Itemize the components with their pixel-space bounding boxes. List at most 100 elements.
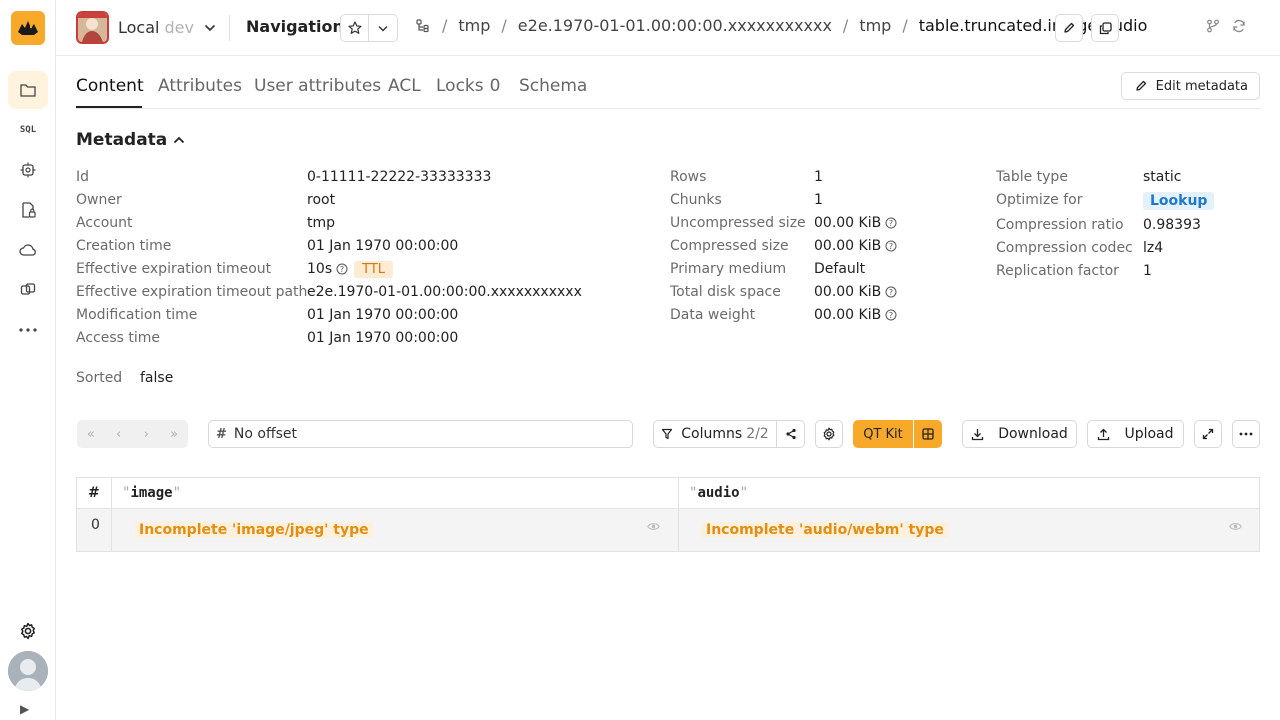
meta-value-account[interactable]: tmp [307, 215, 335, 231]
expand-rail-icon[interactable]: ▶ [20, 702, 29, 716]
operations-rail-button[interactable] [8, 151, 48, 189]
tab-acl-label: ACL [388, 76, 421, 96]
refresh-icon[interactable] [1232, 19, 1246, 33]
filter-icon [662, 428, 673, 440]
favorites-dropdown-button[interactable] [368, 14, 398, 42]
tree-icon[interactable] [416, 18, 430, 33]
chevron-down-icon [204, 24, 216, 31]
tab-attributes[interactable]: Attributes [158, 76, 242, 96]
copy-path-button[interactable] [1091, 14, 1119, 42]
meta-value-total-disk-space: 00.00 KiB? [814, 284, 897, 300]
breadcrumb-item-tmp[interactable]: tmp [859, 16, 891, 35]
tab-content[interactable]: Content [76, 76, 144, 96]
help-icon[interactable]: ? [885, 240, 897, 252]
user-avatar[interactable] [8, 651, 48, 691]
next-page-icon[interactable]: › [133, 420, 161, 448]
column-divider[interactable] [678, 478, 679, 551]
sql-rail-button[interactable]: SQL [8, 111, 48, 149]
hash-icon: # [216, 426, 227, 442]
upload-label: Upload [1124, 426, 1174, 442]
tab-content-label: Content [76, 76, 144, 96]
help-icon[interactable]: ? [885, 217, 897, 229]
navigation-rail-button[interactable] [8, 71, 48, 109]
branch-icon[interactable] [1206, 19, 1220, 33]
cluster-selector[interactable]: Local dev [76, 11, 216, 44]
breadcrumb-item-e2e[interactable]: e2e.1970-01-01.00:00:00.xxxxxxxxxxx [518, 16, 832, 35]
header-divider [229, 15, 230, 41]
meta-value-primary-medium: Default [814, 261, 866, 277]
meta-key-expiration-path: Effective expiration timeout path [76, 284, 308, 300]
chip-icon [20, 162, 36, 178]
table-settings-button[interactable] [815, 420, 843, 448]
qt-kit-label: QT Kit [863, 426, 903, 442]
meta-key-owner: Owner [76, 192, 122, 208]
upload-button[interactable]: Upload [1087, 420, 1184, 448]
last-page-icon[interactable]: » [160, 420, 188, 448]
edit-metadata-button[interactable]: Edit metadata [1120, 72, 1260, 100]
meta-value-chunks: 1 [814, 192, 823, 208]
tab-bar: Content Attributes User attributes ACL L… [76, 72, 1260, 109]
column-header-audio[interactable]: "audio" [689, 485, 748, 501]
more-actions-button[interactable] [1232, 420, 1260, 448]
meta-value-creation-time: 01 Jan 1970 00:00:00 [307, 238, 459, 254]
download-button[interactable]: Download [962, 420, 1077, 448]
meta-key-data-weight: Data weight [670, 307, 756, 323]
rename-button[interactable] [1055, 14, 1083, 42]
components-rail-button[interactable] [8, 271, 48, 309]
quote-mark: " [172, 485, 182, 501]
row-index: 0 [91, 517, 100, 533]
offset-input[interactable]: # No offset [208, 420, 633, 448]
meta-key-compression-codec: Compression codec [996, 240, 1133, 256]
meta-value-owner: root [307, 192, 336, 208]
share-columns-button[interactable] [776, 420, 805, 448]
meta-value-modification-time: 01 Jan 1970 00:00:00 [307, 307, 459, 323]
pencil-icon [1136, 80, 1146, 91]
chevron-down-icon [378, 25, 388, 31]
sql-icon: SQL [19, 125, 37, 135]
help-icon[interactable]: ? [336, 263, 348, 275]
app-logo[interactable] [11, 11, 45, 45]
meta-value-id: 0-11111-22222-33333333 [307, 169, 492, 185]
tab-acl[interactable]: ACL [388, 76, 421, 96]
favorite-button[interactable] [340, 14, 369, 42]
meta-key-chunks: Chunks [670, 192, 722, 208]
breadcrumb-item-root[interactable]: tmp [458, 16, 490, 35]
help-icon[interactable]: ? [885, 309, 897, 321]
accounts-rail-button[interactable] [8, 191, 48, 229]
settings-rail-button[interactable] [8, 612, 48, 650]
tab-schema[interactable]: Schema [519, 76, 587, 96]
ellipsis-icon [19, 328, 37, 332]
meta-key-rows: Rows [670, 169, 707, 185]
meta-key-sorted: Sorted [76, 370, 123, 386]
metadata-section-toggle[interactable]: Metadata [76, 130, 185, 150]
tab-user-attributes-label: User attributes [254, 76, 382, 96]
prev-page-icon[interactable]: ‹ [105, 420, 133, 448]
more-rail-button[interactable] [8, 311, 48, 349]
qt-kit-button[interactable]: QT Kit [853, 420, 913, 448]
tab-locks-label: Locks [436, 76, 484, 96]
svg-text:?: ? [889, 311, 893, 320]
first-page-icon[interactable]: « [77, 420, 105, 448]
eye-icon[interactable] [1229, 522, 1242, 531]
fullscreen-button[interactable] [1194, 420, 1222, 448]
help-icon[interactable]: ? [885, 286, 897, 298]
cloud-rail-button[interactable] [8, 231, 48, 269]
meta-key-total-disk-space: Total disk space [670, 284, 781, 300]
pencil-icon [1064, 22, 1075, 33]
qt-kit-grid-button[interactable] [914, 420, 942, 448]
expiration-timeout-value: 10s [307, 261, 333, 277]
eye-icon[interactable] [647, 522, 660, 531]
tab-user-attributes[interactable]: User attributes [254, 76, 381, 96]
meta-value-uncompressed-size: 00.00 KiB? [814, 215, 897, 231]
meta-value-expiration-timeout: 10s? TTL [307, 261, 394, 278]
columns-button[interactable]: Columns 2/2 [653, 420, 777, 448]
uncompressed-size-value: 00.00 KiB [814, 215, 882, 231]
meta-key-modification-time: Modification time [76, 307, 198, 323]
meta-value-expiration-path[interactable]: e2e.1970-01-01.00:00:00.xxxxxxxxxxx [307, 284, 582, 300]
columns-label: Columns [681, 426, 743, 442]
tab-locks[interactable]: Locks 0 [436, 76, 500, 96]
meta-value-compression-codec: lz4 [1143, 240, 1164, 256]
column-header-image[interactable]: "image" [122, 485, 181, 501]
meta-key-access-time: Access time [76, 330, 161, 346]
svg-text:?: ? [340, 265, 344, 274]
